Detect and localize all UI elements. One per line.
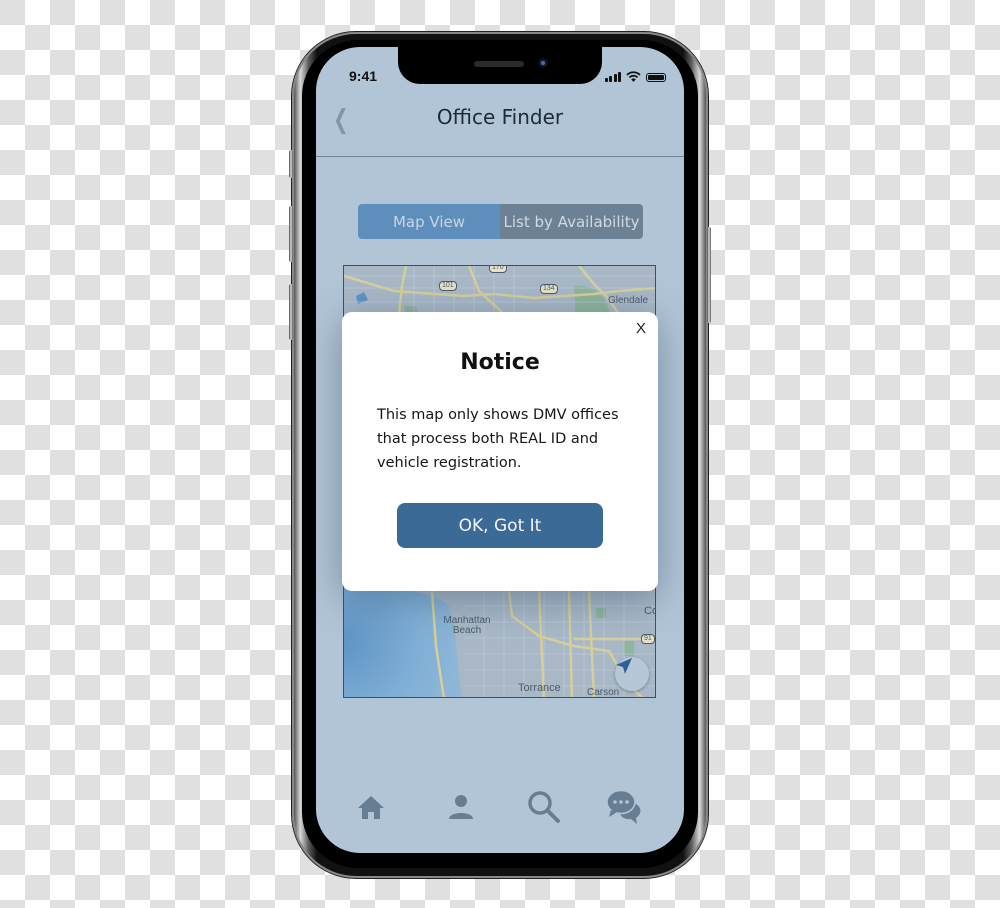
- cellular-signal-icon: [604, 72, 621, 82]
- home-icon: [358, 796, 384, 819]
- battery-icon: [646, 73, 666, 82]
- map-label-carson: Carson: [587, 687, 620, 698]
- map-label-compton: Co: [644, 605, 655, 617]
- page-title: Office Finder: [436, 105, 564, 129]
- notch: [398, 47, 602, 84]
- notice-modal: X Notice This map only shows DMV offices…: [342, 312, 658, 591]
- search-icon: [528, 791, 560, 823]
- park: [596, 608, 606, 618]
- route-shield-91: 91: [641, 634, 655, 644]
- tab-profile[interactable]: [441, 787, 481, 827]
- modal-title: Notice: [460, 350, 540, 375]
- tab-chat[interactable]: [604, 787, 644, 827]
- mute-switch: [289, 150, 293, 178]
- chat-bubbles-icon: [606, 789, 641, 824]
- power-button: [707, 227, 711, 323]
- route-shield-170: 170: [489, 266, 507, 273]
- locate-me-button[interactable]: [615, 657, 649, 691]
- tab-map-view[interactable]: Map View: [358, 204, 500, 239]
- volume-up-button: [289, 206, 293, 262]
- ocean: [344, 585, 462, 697]
- speaker: [474, 61, 524, 67]
- map-label-manhattan-beach-text: Manhattan Beach: [443, 615, 491, 636]
- route-shield-101: 101: [439, 281, 457, 291]
- view-segmented-control: Map View List by Availability: [358, 204, 643, 239]
- front-camera: [538, 58, 548, 68]
- tab-bar: [316, 787, 684, 831]
- volume-down-button: [289, 284, 293, 340]
- nav-divider: [316, 156, 684, 157]
- map-label-glendale: Glendale: [608, 295, 649, 306]
- close-button[interactable]: X: [636, 320, 646, 337]
- status-icons: [604, 71, 666, 82]
- route-shield-134: 134: [540, 284, 558, 294]
- phone-screen: 9:41 ❮ Office Finder Map View List by Av…: [316, 47, 684, 853]
- tab-list-by-availability[interactable]: List by Availability: [500, 204, 643, 239]
- location-arrow-icon: [616, 658, 632, 674]
- ok-got-it-button[interactable]: OK, Got It: [397, 503, 603, 548]
- status-time: 9:41: [349, 68, 378, 84]
- modal-message: This map only shows DMV offices that pro…: [377, 407, 619, 471]
- person-icon: [449, 795, 473, 819]
- tab-home[interactable]: [351, 787, 391, 827]
- map-label-torrance: Torrance: [518, 682, 561, 694]
- map-label-manhattan-beach: Manhattan Beach: [442, 616, 492, 636]
- wifi-icon: [626, 71, 641, 82]
- tab-search[interactable]: [524, 787, 564, 827]
